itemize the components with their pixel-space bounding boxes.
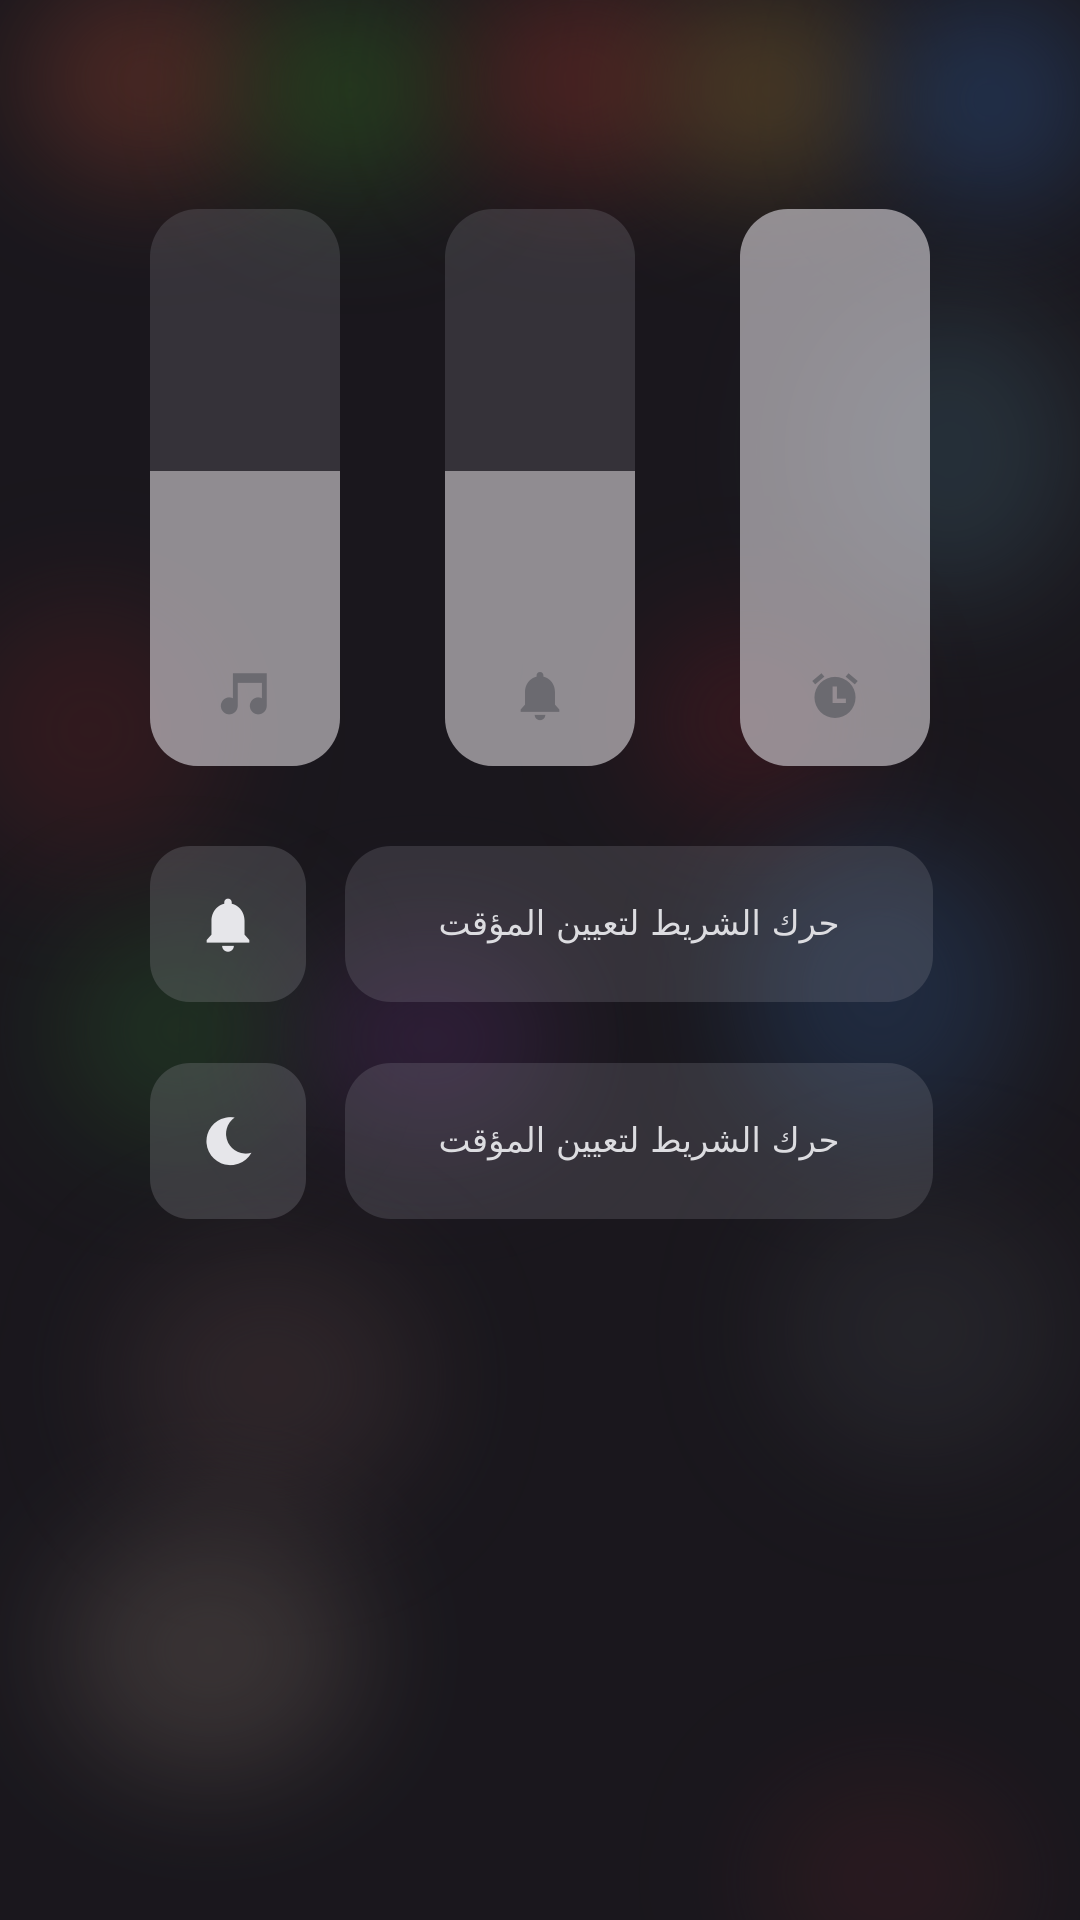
volume-panel-screen: حرك الشريط لتعيين المؤقت حرك الشريط لتعي… <box>0 0 1080 1920</box>
dnd-timer-label: حرك الشريط لتعيين المؤقت <box>438 1121 840 1161</box>
alarm-clock-icon <box>806 666 864 724</box>
moon-icon <box>196 1109 260 1173</box>
dnd-timer-bar[interactable]: حرك الشريط لتعيين المؤقت <box>345 1063 933 1219</box>
alarm-volume-slider[interactable] <box>740 209 930 766</box>
bell-icon <box>196 892 260 956</box>
media-volume-slider[interactable] <box>150 209 340 766</box>
ring-mode-toggle-button[interactable] <box>150 846 306 1002</box>
music-note-icon <box>216 666 274 724</box>
ring-timer-label: حرك الشريط لتعيين المؤقت <box>438 904 840 944</box>
ring-timer-bar[interactable]: حرك الشريط لتعيين المؤقت <box>345 846 933 1002</box>
bell-icon <box>511 666 569 724</box>
do-not-disturb-toggle-button[interactable] <box>150 1063 306 1219</box>
ring-volume-slider[interactable] <box>445 209 635 766</box>
